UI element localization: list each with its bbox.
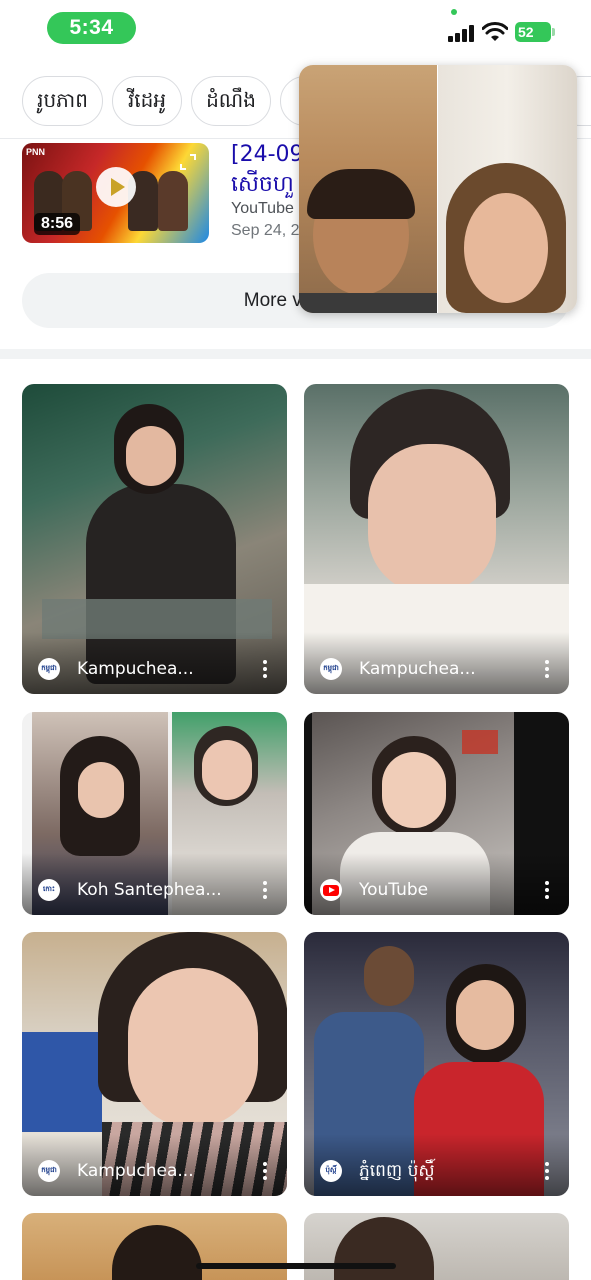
image-result-card[interactable]: កម្ពុជា Kampuchea... — [22, 384, 287, 694]
image-result-card[interactable]: កម្ពុជា Kampuchea... — [22, 932, 287, 1196]
camera-in-use-indicator — [451, 9, 457, 15]
cellular-signal-icon — [448, 24, 474, 42]
site-favicon: កម្ពុជា — [38, 658, 60, 680]
more-options-icon[interactable] — [257, 879, 273, 901]
image-source[interactable]: Kampuchea... — [77, 1160, 194, 1182]
image-source[interactable]: Kampuchea... — [77, 658, 194, 680]
play-icon[interactable] — [96, 167, 136, 207]
image-result-card[interactable] — [22, 1213, 287, 1280]
video-thumbnail[interactable]: PNN 8:56 — [22, 143, 209, 243]
youtube-icon — [320, 879, 342, 901]
image-result-card[interactable]: កម្ពុជា Kampuchea... — [304, 384, 569, 694]
card-gradient — [304, 853, 569, 915]
expand-icon[interactable] — [179, 153, 197, 171]
home-indicator[interactable] — [196, 1263, 396, 1269]
site-favicon: កម្ពុជា — [320, 658, 342, 680]
chip-images[interactable]: រូបភាព — [22, 76, 103, 126]
image-result-card[interactable]: ប៉ុស្តិ៍ ភ្នំពេញ ប៉ុស្តិ៍ — [304, 932, 569, 1196]
more-options-icon[interactable] — [257, 1160, 273, 1182]
video-duration: 8:56 — [34, 213, 81, 235]
facetime-pip-window[interactable] — [299, 65, 577, 313]
more-options-icon[interactable] — [539, 879, 555, 901]
channel-logo: PNN — [26, 147, 46, 157]
image-result[interactable] — [22, 1213, 287, 1280]
image-result[interactable] — [304, 1213, 569, 1280]
more-options-icon[interactable] — [257, 658, 273, 680]
image-source[interactable]: Kampuchea... — [359, 658, 476, 680]
image-source[interactable]: Koh Santephea... — [77, 879, 222, 901]
battery-icon: 52 — [515, 22, 555, 42]
video-date: Sep 24, 2 — [231, 222, 300, 239]
battery-level: 52 — [518, 24, 534, 40]
pip-callee-video — [438, 65, 577, 313]
image-result-card[interactable] — [304, 1213, 569, 1280]
wifi-icon — [482, 22, 508, 41]
status-time[interactable]: 5:34 — [47, 12, 136, 44]
card-gradient — [304, 1134, 569, 1196]
pip-caller-video — [299, 65, 437, 313]
image-result-card[interactable]: YouTube — [304, 712, 569, 915]
image-source[interactable]: YouTube — [359, 879, 428, 901]
more-options-icon[interactable] — [539, 658, 555, 680]
video-source: YouTube — [231, 200, 294, 217]
image-source[interactable]: ភ្នំពេញ ប៉ុស្តិ៍ — [359, 1160, 435, 1182]
site-favicon: កម្ពុជា — [38, 1160, 60, 1182]
chip-videos[interactable]: វីដេអូ — [112, 76, 182, 126]
status-bar: 5:34 52 — [0, 0, 591, 60]
site-favicon: កោះ — [38, 879, 60, 901]
more-options-icon[interactable] — [539, 1160, 555, 1182]
chip-news[interactable]: ដំណឹង — [191, 76, 271, 126]
site-favicon: ប៉ុស្តិ៍ — [320, 1160, 342, 1182]
section-divider — [0, 349, 591, 359]
image-result-card[interactable]: កោះ Koh Santephea... — [22, 712, 287, 915]
